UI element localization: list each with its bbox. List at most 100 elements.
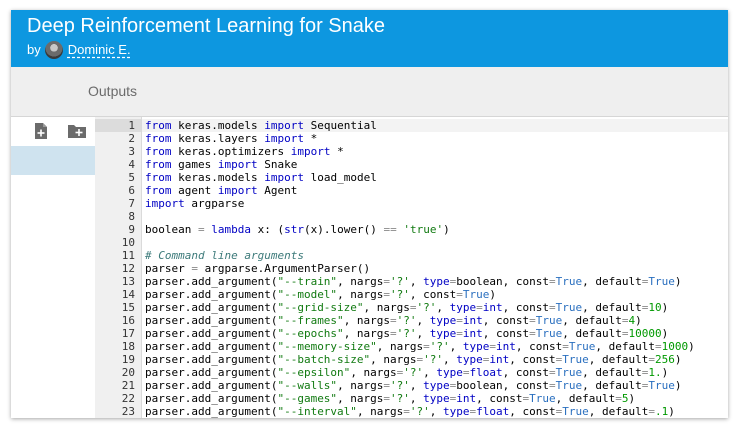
- code-token: True: [562, 353, 589, 366]
- kernel-card: Deep Reinforcement Learning for Snake by…: [11, 10, 728, 418]
- code-token: , nargs: [337, 392, 384, 405]
- code-line[interactable]: parser.add_argument("--memory-size", nar…: [142, 340, 728, 353]
- code-token: , const: [515, 340, 563, 353]
- line-number: 9: [128, 223, 135, 236]
- new-folder-icon[interactable]: [67, 122, 87, 140]
- code-token: 1.: [648, 366, 662, 379]
- code-line[interactable]: from keras.models import load_model: [142, 171, 728, 184]
- new-file-icon[interactable]: [32, 122, 50, 140]
- code-token: parser.add_argument(: [145, 327, 278, 340]
- code-token: import: [145, 197, 185, 210]
- code-token: , default: [582, 301, 642, 314]
- code-editor[interactable]: from keras.models import Sequential from …: [142, 117, 728, 418]
- code-line[interactable]: # Command line arguments: [142, 249, 728, 262]
- code-token: '?': [396, 314, 417, 327]
- code-token: '?': [390, 275, 410, 288]
- line-number: 2: [128, 132, 135, 145]
- code-token: , nargs: [376, 340, 424, 353]
- code-token: '?': [390, 288, 410, 301]
- code-token: argparse: [184, 197, 245, 210]
- code-token: True: [648, 379, 675, 392]
- code-token: parser.add_argument(: [145, 366, 278, 379]
- code-line[interactable]: from games import Snake: [142, 158, 728, 171]
- code-line[interactable]: from agent import Agent: [142, 184, 728, 197]
- code-token: =: [462, 366, 470, 379]
- code-line[interactable]: from keras.models import Sequential: [142, 119, 728, 132]
- code-token: "--frames": [277, 314, 344, 327]
- code-token: import: [217, 184, 258, 197]
- line-number: 15: [121, 301, 135, 314]
- code-token: True: [555, 275, 583, 288]
- code-token: lambda: [211, 223, 251, 236]
- code-line[interactable]: [142, 236, 728, 249]
- file-sidebar: [11, 117, 95, 418]
- code-line[interactable]: from keras.optimizers import *: [142, 145, 728, 158]
- line-number: 4: [128, 158, 135, 171]
- code-token: parser.add_argument(: [145, 405, 278, 418]
- code-line[interactable]: parser.add_argument("--epochs", nargs='?…: [142, 327, 728, 340]
- code-token: "--epsilon": [277, 366, 351, 379]
- code-token: =: [456, 314, 463, 327]
- code-line[interactable]: import argparse: [142, 197, 728, 210]
- code-token: , nargs: [337, 275, 384, 288]
- author-link[interactable]: Dominic E.: [68, 41, 131, 59]
- code-token: True: [555, 301, 583, 314]
- code-token: , nargs: [337, 379, 384, 392]
- line-number: 17: [121, 327, 135, 340]
- code-token: =: [621, 327, 629, 340]
- code-token: ): [661, 301, 669, 314]
- code-token: , const: [509, 353, 556, 366]
- code-token: "--batch-size": [277, 353, 371, 366]
- code-line[interactable]: parser.add_argument("--grid-size", nargs…: [142, 301, 728, 314]
- code-token: =: [191, 262, 198, 275]
- code-line[interactable]: parser.add_argument("--model", nargs = '?'…: [142, 288, 728, 301]
- code-token: ): [661, 366, 669, 379]
- code-token: type: [462, 340, 490, 353]
- code-token: agent: [171, 184, 218, 197]
- code-token: int: [462, 327, 483, 340]
- code-line[interactable]: parser.add_argument("--interval", nargs=…: [142, 405, 728, 418]
- code-token: , nargs: [350, 366, 397, 379]
- code-token: from: [145, 171, 172, 184]
- line-number: 13: [121, 275, 135, 288]
- code-token: int: [482, 301, 503, 314]
- code-line[interactable]: parser.add_argument("--games", nargs = '?'…: [142, 392, 728, 405]
- code-line[interactable]: [142, 210, 728, 223]
- code-token: , const: [482, 314, 530, 327]
- code-token: "--memory-size": [277, 340, 377, 353]
- code-line[interactable]: parser.add_argument("--epsilon", nargs = '…: [142, 366, 728, 379]
- code-token: type: [423, 275, 450, 288]
- code-line[interactable]: from keras.layers import *: [142, 132, 728, 145]
- code-token: , nargs: [356, 405, 404, 418]
- code-line[interactable]: boolean = lambda x: (str(x).lower() == '…: [142, 223, 728, 236]
- code-token: parser: [145, 262, 192, 275]
- line-number-gutter: 1 2 3 4 5 6 7 8 9 10 11 12 13 14 15 16 17 18 19 20 21 22 23: [95, 117, 142, 418]
- code-token: ,: [436, 301, 450, 314]
- code-line[interactable]: parser.add_argument("--frames", nargs='?…: [142, 314, 728, 327]
- code-line[interactable]: parser.add_argument("--batch-size", narg…: [142, 353, 728, 366]
- code-token: 1000: [661, 340, 689, 353]
- code-token: int: [462, 314, 483, 327]
- code-token: =: [621, 314, 629, 327]
- code-token: , default: [582, 379, 642, 392]
- line-number: 1: [95, 119, 141, 132]
- line-number: 11: [121, 249, 135, 262]
- code-token: keras.models: [171, 119, 265, 132]
- code-token: "--epochs": [277, 327, 344, 340]
- code-token: 10000: [628, 327, 662, 340]
- code-token: boolean: [145, 223, 198, 236]
- code-line[interactable]: parser.add_argument("--walls", nargs = '?'…: [142, 379, 728, 392]
- code-line[interactable]: parser.add_argument("--train", nargs = '?'…: [142, 275, 728, 288]
- code-token: True: [555, 379, 583, 392]
- code-token: ,: [449, 340, 463, 353]
- code-token: import: [264, 171, 304, 184]
- selected-file-item[interactable]: [11, 146, 95, 175]
- code-token: , nargs: [337, 288, 384, 301]
- avatar[interactable]: [44, 41, 63, 59]
- tab-outputs[interactable]: Outputs: [88, 83, 137, 99]
- code-token: Agent: [257, 184, 298, 197]
- code-token: type: [456, 353, 483, 366]
- code-token: , default: [582, 275, 642, 288]
- code-line[interactable]: parser = argparse.ArgumentParser(): [142, 262, 728, 275]
- code-token: , default: [562, 314, 622, 327]
